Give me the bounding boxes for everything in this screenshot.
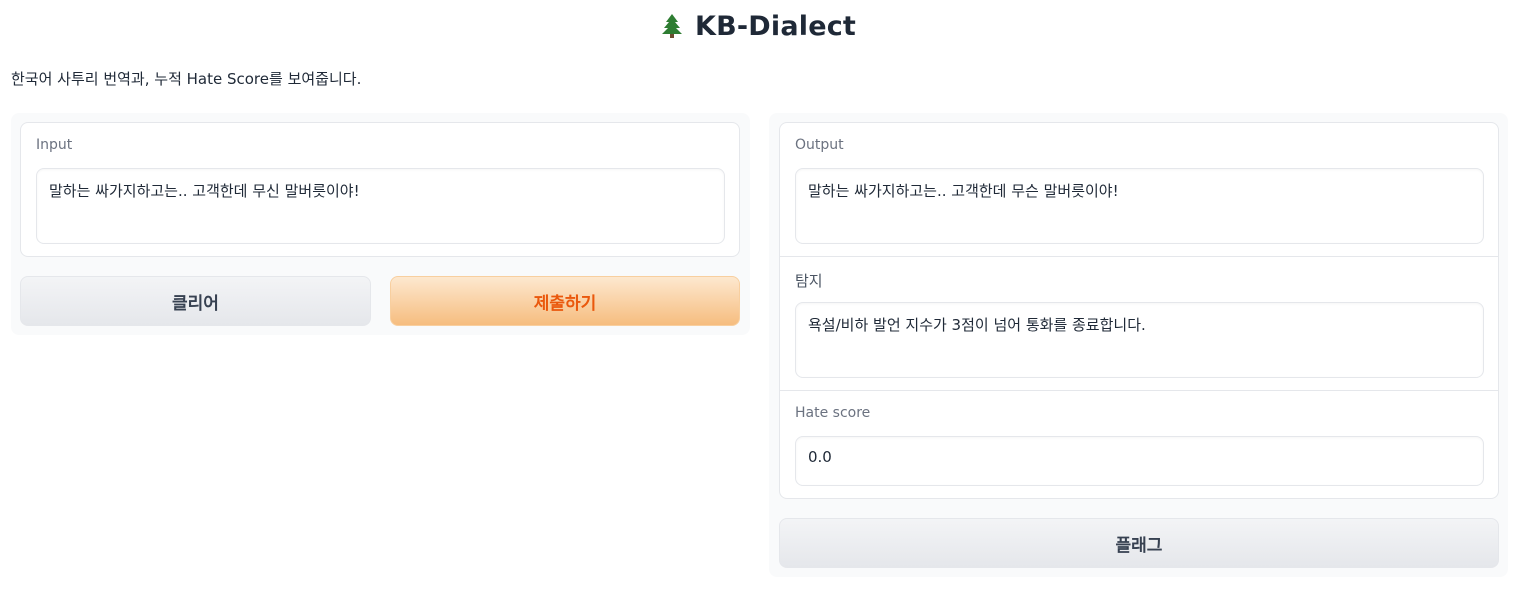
score-label: Hate score (795, 405, 871, 421)
output-textbox[interactable]: 말하는 싸가지하고는.. 고객한데 무슨 말버릇이야! (795, 168, 1484, 244)
app-header: KB-Dialect (0, 6, 1517, 46)
app-description: 한국어 사투리 번역과, 누적 Hate Score를 보여줍니다. (11, 70, 362, 88)
app-title: KB-Dialect (694, 10, 857, 42)
output-label: Output (795, 137, 844, 153)
input-block: Input 말하는 싸가지하고는.. 고객한데 무신 말버릇이야! (20, 122, 740, 257)
clear-button[interactable]: 클리어 (20, 276, 371, 326)
divider (780, 390, 1498, 391)
input-textbox[interactable]: 말하는 싸가지하고는.. 고객한데 무신 말버릇이야! (36, 168, 725, 244)
tree-icon (661, 14, 682, 38)
detect-label: 탐지 (795, 272, 823, 290)
input-panel: Input 말하는 싸가지하고는.. 고객한데 무신 말버릇이야! 클리어 제출… (11, 113, 750, 335)
input-label: Input (36, 137, 73, 153)
output-group: Output 말하는 싸가지하고는.. 고객한데 무슨 말버릇이야! 탐지 욕설… (779, 122, 1499, 499)
flag-button[interactable]: 플래그 (779, 518, 1499, 568)
score-textbox[interactable]: 0.0 (795, 436, 1484, 486)
output-panel: Output 말하는 싸가지하고는.. 고객한데 무슨 말버릇이야! 탐지 욕설… (769, 113, 1508, 577)
detect-textbox[interactable]: 욕설/비하 발언 지수가 3점이 넘어 통화를 종료합니다. (795, 302, 1484, 378)
divider (780, 256, 1498, 257)
submit-button[interactable]: 제출하기 (390, 276, 740, 326)
